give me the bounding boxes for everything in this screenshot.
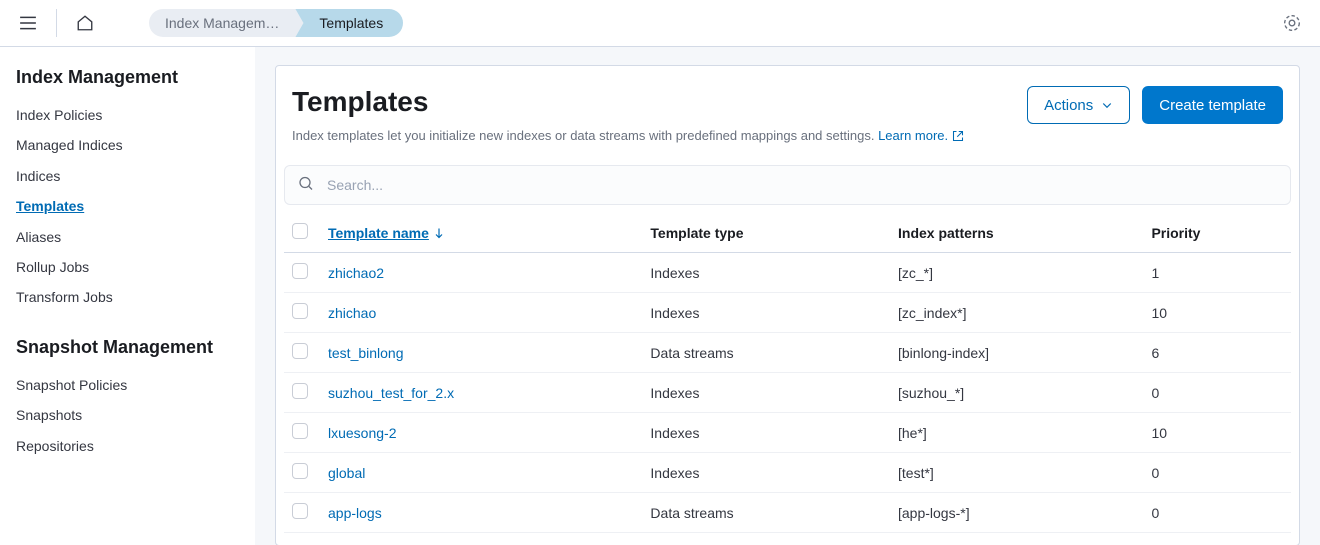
hamburger-icon [19,14,37,32]
main-content: Templates Index templates let you initia… [255,47,1320,545]
column-header-name-label: Template name [328,225,429,241]
template-type-cell: Indexes [642,253,890,293]
templates-panel: Templates Index templates let you initia… [275,65,1300,545]
sidebar-item-repositories[interactable]: Repositories [16,431,239,461]
sidebar-item-aliases[interactable]: Aliases [16,222,239,252]
template-name-link[interactable]: zhichao [328,305,376,321]
learn-more-link[interactable]: Learn more. [878,128,964,143]
row-checkbox[interactable] [292,423,308,439]
lifebuoy-icon [1283,14,1301,32]
row-checkbox[interactable] [292,383,308,399]
table-row: app-logs Data streams[app-logs-*]0 [284,493,1291,533]
create-template-button[interactable]: Create template [1142,86,1283,124]
breadcrumb-item-index-management[interactable]: Index Managem… [149,9,303,37]
template-name-link[interactable]: test_binlong [328,345,404,361]
search-input[interactable] [284,165,1291,205]
row-checkbox[interactable] [292,263,308,279]
template-type-cell: Indexes [642,293,890,333]
home-button[interactable] [69,7,101,39]
sidebar-group-title: Index Management [16,67,239,88]
index-patterns-cell: [he*] [890,413,1143,453]
sidebar-item-snapshot-policies[interactable]: Snapshot Policies [16,370,239,400]
page-title: Templates [292,86,964,118]
table-row: test_binlong Data streams[binlong-index]6 [284,333,1291,373]
external-link-icon [952,130,964,142]
template-name-link[interactable]: lxuesong-2 [328,425,397,441]
table-row: global Indexes[test*]0 [284,453,1291,493]
breadcrumb-item-templates[interactable]: Templates [295,9,403,37]
sidebar-item-indices[interactable]: Indices [16,161,239,191]
actions-dropdown-button[interactable]: Actions [1027,86,1130,124]
template-type-cell: Indexes [642,413,890,453]
row-checkbox[interactable] [292,503,308,519]
sidebar-group-snapshot-management: Snapshot Management Snapshot Policies Sn… [16,337,239,461]
column-header-patterns[interactable]: Index patterns [890,213,1143,253]
table-row: zhichao2 Indexes[zc_*]1 [284,253,1291,293]
sort-desc-icon [433,227,445,239]
subtitle-text: Index templates let you initialize new i… [292,128,878,143]
sidebar-item-index-policies[interactable]: Index Policies [16,100,239,130]
search-wrapper [284,165,1291,205]
chevron-down-icon [1101,99,1113,111]
template-type-cell: Indexes [642,373,890,413]
index-patterns-cell: [test*] [890,453,1143,493]
template-name-link[interactable]: suzhou_test_for_2.x [328,385,454,401]
page-subtitle: Index templates let you initialize new i… [292,128,964,143]
sidebar-item-rollup-jobs[interactable]: Rollup Jobs [16,252,239,282]
breadcrumb: Index Managem… Templates [149,9,403,37]
home-icon [76,14,94,32]
table-row: lxuesong-2 Indexes[he*]10 [284,413,1291,453]
search-icon [298,176,314,195]
row-checkbox[interactable] [292,463,308,479]
select-all-checkbox[interactable] [292,223,308,239]
templates-table: Template name Template type Index patter… [284,213,1291,533]
index-patterns-cell: [zc_index*] [890,293,1143,333]
column-header-priority[interactable]: Priority [1143,213,1291,253]
actions-label: Actions [1044,97,1093,114]
priority-cell: 10 [1143,293,1291,333]
sidebar-item-transform-jobs[interactable]: Transform Jobs [16,282,239,312]
sidebar-group-title: Snapshot Management [16,337,239,358]
index-patterns-cell: [binlong-index] [890,333,1143,373]
column-header-type[interactable]: Template type [642,213,890,253]
row-checkbox[interactable] [292,303,308,319]
priority-cell: 0 [1143,453,1291,493]
table-row: zhichao Indexes[zc_index*]10 [284,293,1291,333]
sidebar-group-index-management: Index Management Index Policies Managed … [16,67,239,313]
help-button[interactable] [1276,7,1308,39]
menu-toggle-button[interactable] [12,7,44,39]
index-patterns-cell: [app-logs-*] [890,493,1143,533]
priority-cell: 1 [1143,253,1291,293]
table-row: suzhou_test_for_2.x Indexes[suzhou_*]0 [284,373,1291,413]
priority-cell: 0 [1143,493,1291,533]
index-patterns-cell: [zc_*] [890,253,1143,293]
template-type-cell: Data streams [642,333,890,373]
sidebar: Index Management Index Policies Managed … [0,47,255,545]
index-patterns-cell: [suzhou_*] [890,373,1143,413]
learn-more-label: Learn more. [878,128,948,143]
template-name-link[interactable]: global [328,465,365,481]
row-checkbox[interactable] [292,343,308,359]
priority-cell: 10 [1143,413,1291,453]
top-bar: Index Managem… Templates [0,0,1320,47]
separator [56,9,57,37]
sidebar-item-managed-indices[interactable]: Managed Indices [16,130,239,160]
template-name-link[interactable]: app-logs [328,505,382,521]
template-name-link[interactable]: zhichao2 [328,265,384,281]
sidebar-item-snapshots[interactable]: Snapshots [16,400,239,430]
template-type-cell: Indexes [642,453,890,493]
template-type-cell: Data streams [642,493,890,533]
sidebar-item-templates[interactable]: Templates [16,191,239,221]
column-header-name[interactable]: Template name [320,213,642,253]
priority-cell: 0 [1143,373,1291,413]
priority-cell: 6 [1143,333,1291,373]
